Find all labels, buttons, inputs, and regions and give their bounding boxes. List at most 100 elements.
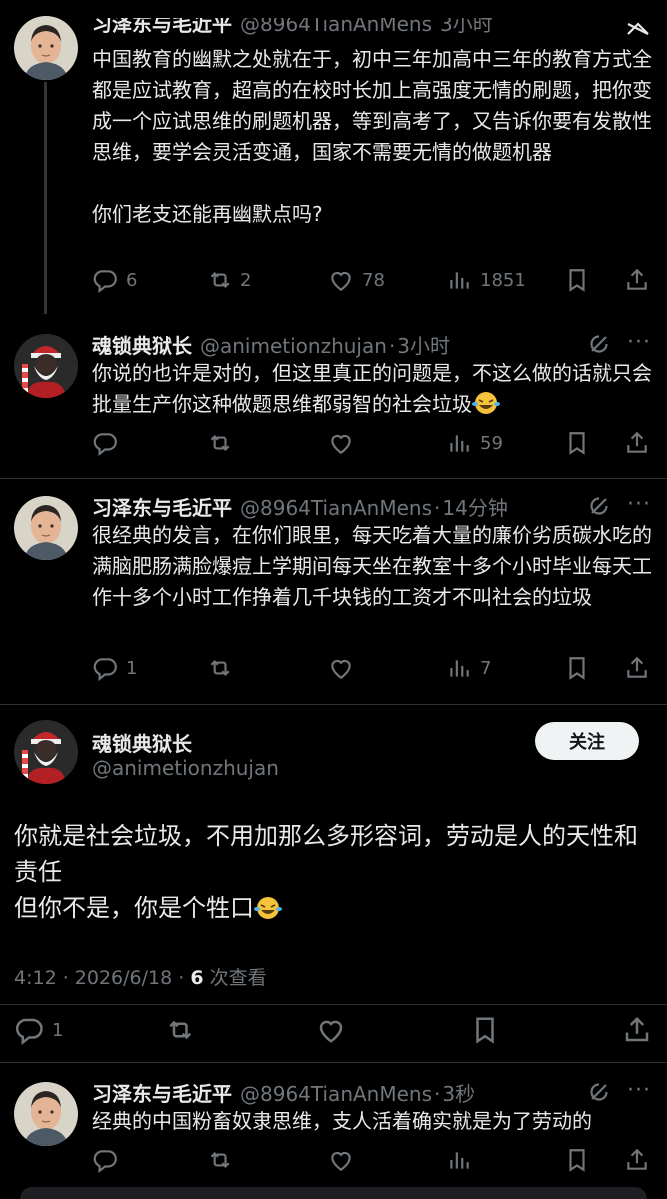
bookmark-button[interactable] <box>564 652 590 684</box>
heart-icon <box>331 271 351 291</box>
bookmark-icon <box>569 1149 585 1171</box>
bookmark-button[interactable] <box>470 1014 500 1046</box>
author-name[interactable]: 习泽东与毛近平 <box>92 18 232 36</box>
author-name[interactable]: 习泽东与毛近平 <box>92 1082 232 1106</box>
share-icon <box>627 269 647 290</box>
reply-button[interactable] <box>92 427 126 459</box>
author-handle[interactable]: @animetionzhujan <box>200 334 387 358</box>
author-handle[interactable]: @8964TianAnMens <box>240 1082 432 1106</box>
grok-icon[interactable] <box>587 494 611 522</box>
tweet-text: 经典的中国粉畜奴隶思维，支人活着确实就是为了劳动的 <box>92 1109 592 1133</box>
tweet-header: 习泽东与毛近平 @8964TianAnMens 3小时 <box>92 18 493 37</box>
tweet-header: 魂锁典狱长 @animetionzhujan · 3小时 <box>92 334 451 358</box>
more-icon[interactable]: ··· <box>627 330 651 355</box>
collapse-icon[interactable] <box>625 18 651 42</box>
author-name[interactable]: 魂锁典狱长 <box>92 728 192 757</box>
action-bar: 6 2 78 1851 <box>92 264 652 296</box>
bookmark-icon <box>569 657 585 679</box>
more-icon[interactable]: ··· <box>627 1078 651 1103</box>
share-icon <box>627 657 647 678</box>
share-button[interactable] <box>622 1014 652 1046</box>
bookmark-icon <box>569 432 585 454</box>
repost-button[interactable] <box>206 427 240 459</box>
views-button[interactable] <box>446 1144 472 1176</box>
tweet-time[interactable]: 14分钟 <box>442 496 507 520</box>
tweet-header: 习泽东与毛近平 @8964TianAnMens · 3秒 <box>92 1082 476 1106</box>
reply-icon <box>93 1150 117 1172</box>
repost-icon <box>169 1021 192 1039</box>
tweet-header: 习泽东与毛近平 @8964TianAnMens · 14分钟 <box>92 496 508 520</box>
author-name[interactable]: 魂锁典狱长 <box>92 334 192 358</box>
divider <box>0 1062 667 1063</box>
divider <box>0 704 667 705</box>
tweet-text: 你就是社会垃圾，不用加那么多形容词，劳动是人的天性和责任 但你不是，你是个牲口 <box>14 822 638 922</box>
like-button[interactable] <box>328 652 362 684</box>
action-bar: 1 7 <box>92 652 652 684</box>
reply-button[interactable]: 1 <box>14 1014 63 1046</box>
views-icon <box>450 434 469 453</box>
reply-composer-bar[interactable] <box>20 1187 647 1199</box>
thread-line <box>44 82 47 314</box>
views-icon <box>450 659 469 678</box>
views-button[interactable]: 1851 <box>446 264 526 296</box>
repost-icon <box>210 272 230 288</box>
view-count: 6 <box>190 967 204 989</box>
repost-button[interactable] <box>164 1014 194 1046</box>
tweet-time[interactable]: 3小时 <box>440 18 493 36</box>
bookmark-icon <box>476 1017 494 1043</box>
repost-button[interactable] <box>206 1144 232 1176</box>
repost-button[interactable]: 2 <box>206 264 251 296</box>
share-button[interactable] <box>624 264 650 296</box>
grok-icon[interactable] <box>587 332 611 360</box>
bookmark-button[interactable] <box>564 264 590 296</box>
avatar[interactable] <box>14 334 78 398</box>
repost-button[interactable] <box>206 652 240 684</box>
action-bar <box>92 1144 652 1176</box>
laughing-crying-emoji <box>472 392 500 414</box>
share-icon <box>627 1149 647 1170</box>
divider <box>0 1004 667 1005</box>
share-button[interactable] <box>624 1144 650 1176</box>
repost-icon <box>210 435 230 451</box>
heart-icon <box>331 659 351 679</box>
reply-icon <box>93 433 117 455</box>
views-icon <box>450 271 469 290</box>
author-handle[interactable]: @8964TianAnMens <box>240 18 432 36</box>
views-icon <box>450 1151 469 1170</box>
reply-icon <box>93 270 117 292</box>
like-button[interactable]: 78 <box>328 264 385 296</box>
follow-button[interactable]: 关注 <box>535 722 639 760</box>
action-bar: 59 <box>92 427 652 459</box>
bookmark-button[interactable] <box>564 427 590 459</box>
avatar[interactable] <box>14 496 78 560</box>
heart-icon <box>319 1020 343 1043</box>
divider <box>0 478 667 479</box>
reply-button[interactable]: 1 <box>92 652 137 684</box>
avatar[interactable] <box>14 720 78 784</box>
tweet-timestamp[interactable]: 4:12 · 2026/6/18 · 6 次查看 <box>14 963 267 990</box>
more-icon[interactable]: ··· <box>627 492 651 517</box>
avatar[interactable] <box>14 1082 78 1146</box>
views-button[interactable]: 7 <box>446 652 491 684</box>
like-button[interactable] <box>316 1014 346 1046</box>
author-handle[interactable]: @8964TianAnMens <box>240 496 432 520</box>
tweet-time[interactable]: 3小时 <box>397 334 450 358</box>
grok-icon[interactable] <box>587 1080 611 1108</box>
tweet-time[interactable]: 3秒 <box>442 1082 475 1106</box>
like-button[interactable] <box>328 427 362 459</box>
bookmark-button[interactable] <box>564 1144 590 1176</box>
reply-icon <box>93 658 117 680</box>
author-name[interactable]: 习泽东与毛近平 <box>92 496 232 520</box>
tweet-text: 你说的也许是对的，但这里真正的问题是，不这么做的话就只会批量生产你这种做题思维都… <box>92 361 652 416</box>
reply-button[interactable] <box>92 1144 118 1176</box>
avatar[interactable] <box>14 16 78 80</box>
share-button[interactable] <box>624 427 650 459</box>
views-button[interactable]: 59 <box>446 427 503 459</box>
repost-icon <box>210 660 230 676</box>
like-button[interactable] <box>328 1144 354 1176</box>
share-button[interactable] <box>624 652 650 684</box>
reply-button[interactable]: 6 <box>92 264 137 296</box>
author-handle[interactable]: @animetionzhujan <box>92 756 279 780</box>
heart-icon <box>331 1151 351 1171</box>
tweet-text: 中国教育的幽默之处就在于，初中三年加高中三年的教育方式全都是应试教育，超高的在校… <box>92 47 652 226</box>
